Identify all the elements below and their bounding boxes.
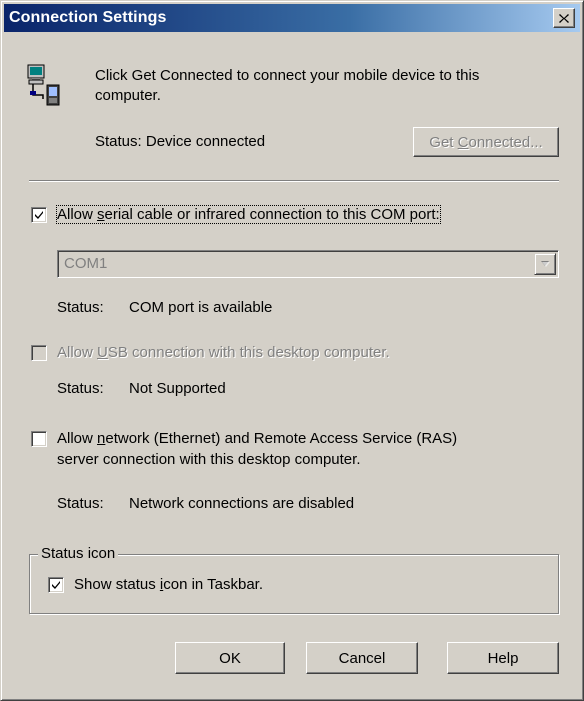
serial-status-value: COM port is available bbox=[129, 299, 273, 316]
device-status-text: Status: Device connected bbox=[95, 133, 266, 150]
serial-connection-label[interactable]: Allow serial cable or infrared connectio… bbox=[56, 205, 441, 224]
usb-status-label: Status: bbox=[57, 380, 104, 397]
connection-settings-dialog: Connection Settings Click Get Connected … bbox=[0, 0, 584, 701]
desktop-and-mobile-device-icon bbox=[27, 64, 60, 106]
network-status-label: Status: bbox=[57, 495, 104, 512]
network-connection-label-line2[interactable]: server connection with this desktop comp… bbox=[57, 451, 361, 468]
intro-text-line1: Click Get Connected to connect your mobi… bbox=[95, 67, 480, 84]
usb-connection-label[interactable]: Allow USB connection with this desktop c… bbox=[57, 344, 390, 361]
device-connection-icon bbox=[25, 63, 61, 111]
help-button-label: Help bbox=[487, 649, 519, 667]
close-icon bbox=[559, 13, 569, 23]
com-port-select[interactable]: COM1 bbox=[57, 250, 559, 278]
get-connected-button[interactable]: Get Connected... bbox=[413, 127, 559, 157]
show-status-icon-checkbox[interactable] bbox=[48, 577, 64, 593]
com-port-value: COM1 bbox=[64, 255, 108, 272]
cancel-button[interactable]: Cancel bbox=[306, 642, 418, 674]
close-button[interactable] bbox=[553, 8, 575, 28]
com-port-dropdown-button[interactable] bbox=[534, 253, 556, 275]
checkmark-icon bbox=[52, 581, 60, 589]
status-icon-group-legend: Status icon bbox=[38, 545, 119, 562]
ok-button-label: OK bbox=[219, 649, 241, 667]
help-button[interactable]: Help bbox=[447, 642, 559, 674]
cancel-button-label: Cancel bbox=[338, 649, 386, 667]
dropdown-arrow-icon bbox=[541, 261, 550, 267]
separator bbox=[29, 180, 559, 182]
window-title: Connection Settings bbox=[9, 9, 167, 26]
network-connection-checkbox[interactable] bbox=[31, 431, 47, 447]
network-connection-label[interactable]: Allow network (Ethernet) and Remote Acce… bbox=[57, 430, 457, 447]
ok-button[interactable]: OK bbox=[175, 642, 285, 674]
checkmark-icon bbox=[35, 211, 43, 219]
intro-text-line2: computer. bbox=[95, 87, 161, 104]
usb-connection-checkbox[interactable] bbox=[31, 345, 47, 361]
usb-status-value: Not Supported bbox=[129, 380, 226, 397]
title-bar[interactable]: Connection Settings bbox=[4, 4, 580, 32]
get-connected-label: Get Connected... bbox=[429, 133, 543, 151]
show-status-icon-label[interactable]: Show status icon in Taskbar. bbox=[74, 576, 263, 593]
serial-status-label: Status: bbox=[57, 299, 104, 316]
status-icon-group: Status icon Show status icon in Taskbar. bbox=[29, 545, 559, 614]
serial-connection-checkbox[interactable] bbox=[31, 207, 47, 223]
network-status-value: Network connections are disabled bbox=[129, 495, 355, 512]
